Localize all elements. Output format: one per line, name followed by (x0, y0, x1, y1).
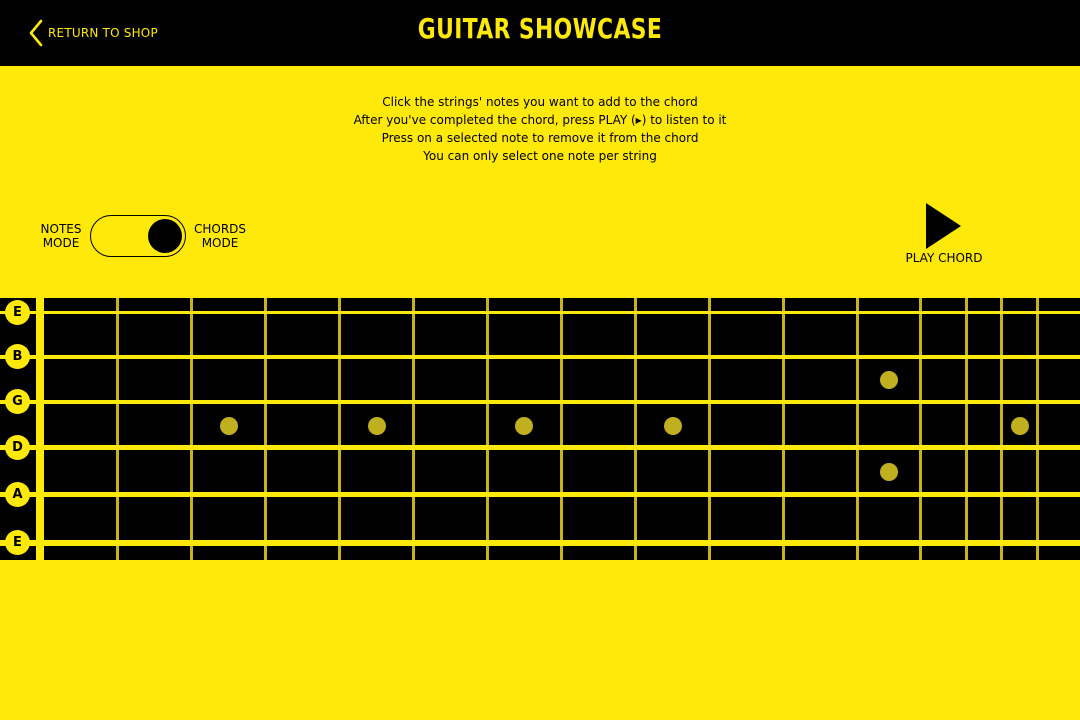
string-a[interactable] (0, 492, 1080, 497)
fret-13 (965, 298, 968, 560)
fretboard[interactable]: E B G D A E (0, 298, 1080, 560)
string-label-low-e: E (5, 530, 30, 555)
chords-mode-label-line: CHORDS (193, 222, 247, 236)
fret-3 (264, 298, 267, 560)
fret-1 (116, 298, 119, 560)
string-g[interactable] (0, 400, 1080, 404)
play-icon (926, 203, 962, 253)
notes-mode-label: NOTES MODE (34, 222, 88, 250)
chords-mode-label: CHORDS MODE (190, 222, 250, 250)
string-label-high-e: E (5, 300, 30, 325)
fret-9 (708, 298, 711, 560)
fret-15 (1036, 298, 1039, 560)
fret-11 (856, 298, 859, 560)
play-chord-label: PLAY CHORD (905, 251, 983, 265)
fret-inlay (220, 417, 238, 435)
string-label-b: B (5, 344, 30, 369)
guitar-nut (36, 298, 44, 560)
string-label-g: G (5, 389, 30, 414)
fret-inlay (664, 417, 682, 435)
fret-8 (634, 298, 637, 560)
fret-7 (560, 298, 563, 560)
fret-2 (190, 298, 193, 560)
fret-inlay (880, 371, 898, 389)
fret-5 (412, 298, 415, 560)
play-chord-button[interactable]: PLAY CHORD (900, 200, 988, 270)
fret-14 (1000, 298, 1003, 560)
string-low-e[interactable] (0, 540, 1080, 546)
instruction-line: After you've completed the chord, press … (353, 113, 727, 127)
fret-inlay (880, 463, 898, 481)
toggle-knob (148, 219, 182, 253)
string-high-e[interactable] (0, 311, 1080, 314)
notes-mode-label-line: MODE (42, 236, 80, 250)
string-label-a: A (5, 482, 30, 507)
string-d[interactable] (0, 445, 1080, 450)
instruction-line: You can only select one note per string (423, 149, 657, 163)
instruction-line: Click the strings' notes you want to add… (382, 95, 698, 109)
instructions: Click the strings' notes you want to add… (0, 93, 1080, 165)
instruction-line: Press on a selected note to remove it fr… (381, 131, 699, 145)
mode-toggle-switch[interactable] (90, 215, 186, 257)
fret-4 (338, 298, 341, 560)
header-bar: RETURN TO SHOP GUITAR SHOWCASE (0, 0, 1080, 66)
chords-mode-label-line: MODE (201, 236, 239, 250)
fret-inlay (1011, 417, 1029, 435)
notes-mode-label-line: NOTES (40, 222, 82, 236)
chevron-left-icon (28, 19, 44, 47)
fret-12 (919, 298, 922, 560)
fret-inlay (515, 417, 533, 435)
fret-6 (486, 298, 489, 560)
string-label-d: D (5, 435, 30, 460)
fret-inlay (368, 417, 386, 435)
page-title: GUITAR SHOWCASE (417, 12, 663, 45)
string-b[interactable] (0, 355, 1080, 359)
fret-10 (782, 298, 785, 560)
